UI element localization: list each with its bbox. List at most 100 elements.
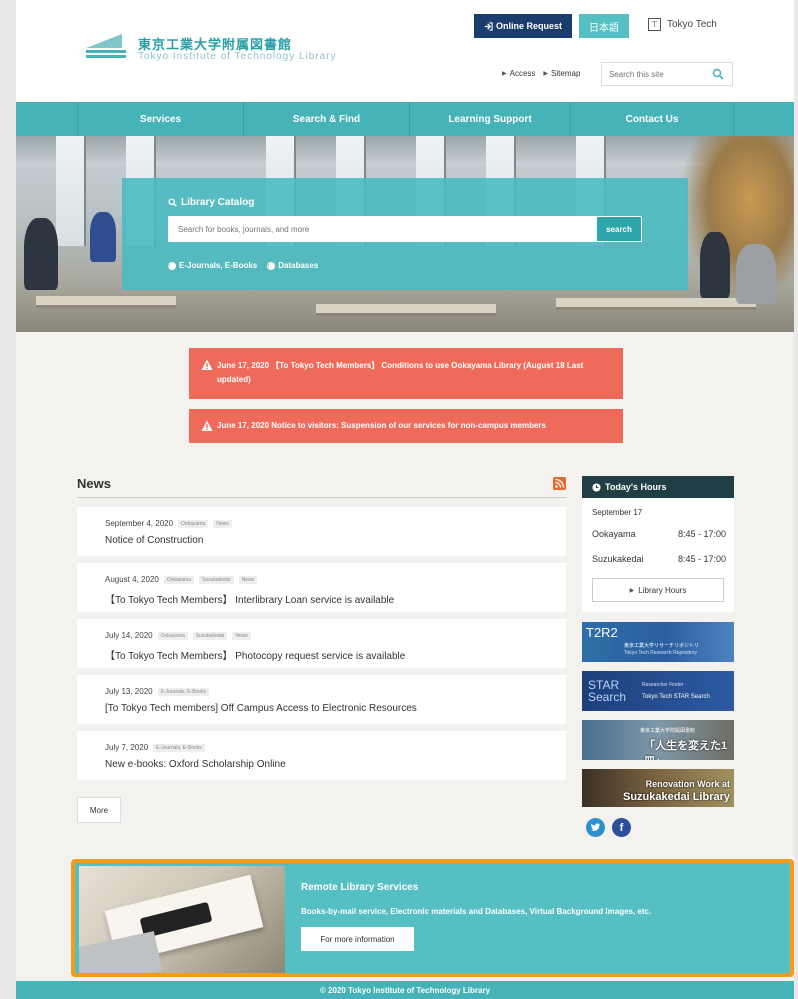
hours-campus: Suzukakedai [592, 554, 644, 564]
news-tag: Ookayama [163, 575, 195, 584]
logo-mark-icon [86, 34, 126, 58]
alert-ookayama-conditions[interactable]: June 17, 2020 【To Tokyo Tech Members】 Co… [189, 348, 623, 399]
catalog-title-label: Library Catalog [181, 197, 255, 208]
news-item[interactable]: July 7, 2020 E-Journals, E-Books New e-b… [77, 731, 566, 780]
t2r2-banner[interactable]: T2R2 東京工業大学リサーチリポジトリ Tokyo Tech Research… [582, 622, 734, 662]
news-tag: News [232, 631, 251, 640]
news-tag: Suzukakedai [199, 575, 234, 584]
hours-campus: Ookayama [592, 529, 636, 539]
hours-row: Ookayama 8:45 - 17:00 [592, 529, 726, 539]
hero-desk [36, 296, 176, 308]
access-label: Access [509, 69, 536, 78]
ejournals-link[interactable]: › E-Journals, E-Books [168, 261, 257, 270]
nav-item-contact-us[interactable]: Contact Us [570, 102, 734, 136]
chevron-right-icon: › [168, 261, 176, 270]
alert-text: June 17, 2020 Notice to visitors: Suspen… [217, 421, 546, 430]
access-link[interactable]: ▶ Access [502, 69, 535, 78]
utility-links: ▶ Access ▶ Sitemap [502, 69, 580, 78]
hero-person [700, 232, 730, 298]
site-search-input[interactable] [602, 63, 702, 85]
hero-person [90, 212, 116, 262]
main-nav: Services Search & Find Learning Support … [16, 102, 794, 136]
news-date: July 14, 2020 [105, 631, 153, 640]
news-meta: July 13, 2020 E-Journals, E-Books [105, 687, 210, 696]
news-item[interactable]: July 13, 2020 E-Journals, E-Books [To To… [77, 675, 566, 724]
online-request-label: Online Request [495, 21, 562, 31]
alert-visitor-suspension[interactable]: June 17, 2020 Notice to visitors: Suspen… [189, 409, 623, 443]
suzukakedai-renovation-banner[interactable]: Renovation Work at Suzukakedai Library [582, 769, 734, 807]
triangle-right-icon: ▶ [502, 71, 507, 77]
ejournals-label: E-Journals, E-Books [179, 261, 258, 270]
news-item[interactable]: September 4, 2020 Ookayama News Notice o… [77, 507, 566, 556]
library-catalog-panel: Library Catalog search ›E-Journals, E-Bo… [122, 178, 688, 290]
tokyo-tech-logo-icon: ⊤ [648, 18, 661, 31]
remote-library-services-banner: Remote Library Services Books-by-mail se… [71, 859, 794, 977]
hero-desk [316, 304, 496, 316]
alert-text: June 17, 2020 【To Tokyo Tech Members】 Co… [217, 361, 584, 384]
news-meta: July 14, 2020 Ookayama Suzukakedai News [105, 631, 251, 640]
star-subtitle: Researcher Finder [642, 682, 684, 688]
t2r2-japanese: 東京工業大学リサーチリポジトリ [624, 643, 700, 649]
clock-icon [592, 482, 601, 492]
warning-icon [201, 359, 213, 370]
news-title-text: 【To Tokyo Tech Members】 Photocopy reques… [105, 651, 406, 662]
life-changing-book-banner[interactable]: 東京工業大学附属図書館 「人生を変えた1冊」 [582, 720, 734, 760]
site-header: 東京工業大学附属図書館 Tokyo Institute of Technolog… [16, 0, 794, 102]
hours-title: Today's Hours [605, 482, 667, 492]
search-icon [168, 198, 177, 207]
nav-item-learning-support[interactable]: Learning Support [409, 102, 570, 136]
library-hours-button[interactable]: ▶ Library Hours [592, 578, 724, 602]
t2r2-title: T2R2 [586, 625, 618, 640]
news-header: News [77, 474, 566, 498]
news-tag: News [238, 575, 258, 584]
tokyo-tech-link[interactable]: ⊤ Tokyo Tech [648, 18, 717, 31]
footer-copyright: © 2020 Tokyo Institute of Technology Lib… [16, 981, 794, 999]
hero-person [736, 244, 776, 304]
catalog-title: Library Catalog [168, 197, 254, 208]
hero-photo: Library Catalog search ›E-Journals, E-Bo… [16, 136, 794, 332]
databases-link[interactable]: › Databases [267, 261, 318, 270]
remote-services-description: Books-by-mail service, Electronic materi… [301, 907, 652, 916]
news-item[interactable]: August 4, 2020 Ookayama Suzukakedai News… [77, 563, 566, 612]
remote-services-title: Remote Library Services [301, 882, 419, 893]
japanese-language-button[interactable]: 日本語 [579, 14, 629, 38]
hours-time: 8:45 - 17:00 [677, 554, 726, 564]
catalog-links: › E-Journals, E-Books › Databases [168, 261, 318, 270]
renovation-line1: Renovation Work at [645, 779, 730, 789]
news-date: July 7, 2020 [105, 743, 149, 752]
twitter-icon[interactable] [586, 818, 605, 837]
hours-date: September 17 [592, 508, 643, 517]
page: 東京工業大学附属図書館 Tokyo Institute of Technolog… [16, 0, 794, 999]
hours-time: 8:45 - 17:00 [677, 529, 726, 539]
rss-icon[interactable] [553, 477, 566, 490]
nav-item-search-find[interactable]: Search & Find [243, 102, 409, 136]
photo-laptop [79, 931, 163, 973]
nav-item-services[interactable]: Services [77, 102, 243, 136]
star-logo-line2: Search [588, 690, 627, 704]
star-name: Tokyo Tech STAR Search [642, 694, 710, 700]
t2r2-english: Tokyo Tech Research Repository [624, 650, 697, 656]
catalog-search-button[interactable]: search [596, 216, 642, 242]
tokyo-tech-label: Tokyo Tech [667, 19, 717, 30]
facebook-icon[interactable]: f [612, 818, 631, 837]
news-title-text: [To Tokyo Tech members] Off Campus Acces… [105, 703, 417, 714]
library-logo[interactable]: 東京工業大学附属図書館 Tokyo Institute of Technolog… [86, 32, 346, 64]
search-icon[interactable] [712, 68, 724, 80]
star-search-banner[interactable]: STAR Search Researcher Finder Tokyo Tech… [582, 671, 734, 711]
star-logo: STAR Search [588, 679, 626, 703]
online-request-button[interactable]: Online Request [474, 14, 572, 38]
catalog-search-input[interactable] [168, 216, 596, 242]
news-item[interactable]: July 14, 2020 Ookayama Suzukakedai News … [77, 619, 566, 668]
logo-english-name: Tokyo Institute of Technology Library [138, 51, 337, 62]
twitter-bird-icon [590, 823, 601, 831]
news-date: August 4, 2020 [105, 575, 159, 584]
news-title-text: New e-books: Oxford Scholarship Online [105, 759, 286, 770]
news-tag: Suzukakedai [192, 631, 228, 640]
news-more-button[interactable]: More [77, 797, 121, 823]
more-information-button[interactable]: For more information [301, 927, 414, 951]
sitemap-link[interactable]: ▶ Sitemap [543, 69, 580, 78]
remote-services-photo [79, 866, 285, 973]
renovation-line2: Suzukakedai Library [623, 791, 730, 803]
news-meta: August 4, 2020 Ookayama Suzukakedai News [105, 575, 258, 584]
triangle-right-icon: ▶ [543, 71, 549, 77]
